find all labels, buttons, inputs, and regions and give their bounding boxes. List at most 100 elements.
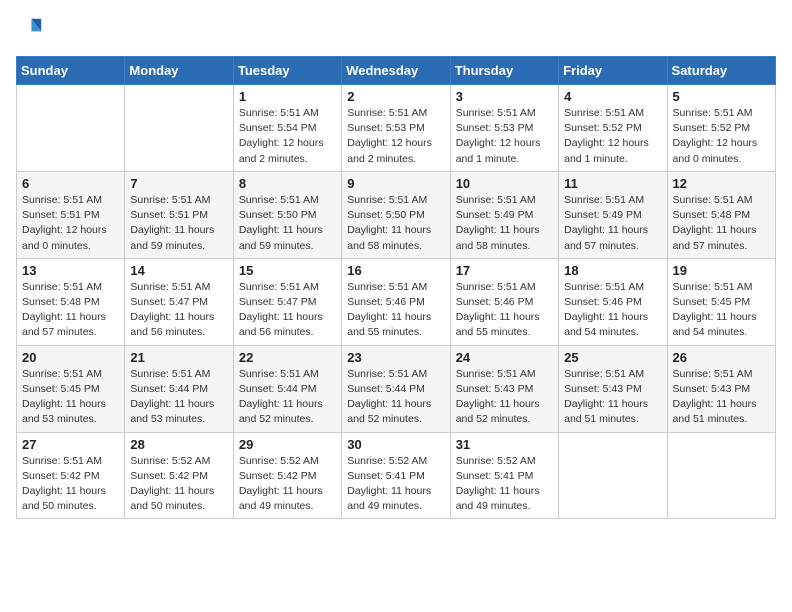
day-info: Sunrise: 5:51 AM Sunset: 5:44 PM Dayligh… xyxy=(239,367,336,428)
calendar-cell: 22 Sunrise: 5:51 AM Sunset: 5:44 PM Dayli… xyxy=(233,345,341,432)
day-info: Sunrise: 5:51 AM Sunset: 5:51 PM Dayligh… xyxy=(130,193,227,254)
calendar-cell xyxy=(667,432,775,519)
calendar-cell: 26 Sunrise: 5:51 AM Sunset: 5:43 PM Dayli… xyxy=(667,345,775,432)
calendar-cell: 13 Sunrise: 5:51 AM Sunset: 5:48 PM Dayli… xyxy=(17,258,125,345)
day-info: Sunrise: 5:51 AM Sunset: 5:44 PM Dayligh… xyxy=(347,367,444,428)
day-number: 26 xyxy=(673,350,770,365)
calendar-cell: 24 Sunrise: 5:51 AM Sunset: 5:43 PM Dayli… xyxy=(450,345,558,432)
page-header xyxy=(16,16,776,44)
day-number: 8 xyxy=(239,176,336,191)
calendar-cell: 6 Sunrise: 5:51 AM Sunset: 5:51 PM Daylig… xyxy=(17,171,125,258)
day-info: Sunrise: 5:51 AM Sunset: 5:52 PM Dayligh… xyxy=(673,106,770,167)
day-info: Sunrise: 5:51 AM Sunset: 5:48 PM Dayligh… xyxy=(22,280,119,341)
calendar-week-row: 20Sunrise: 5:51 AM Sunset: 5:45 PM Dayli… xyxy=(17,345,776,432)
day-info: Sunrise: 5:51 AM Sunset: 5:46 PM Dayligh… xyxy=(347,280,444,341)
day-number: 30 xyxy=(347,437,444,452)
day-info: Sunrise: 5:52 AM Sunset: 5:42 PM Dayligh… xyxy=(239,454,336,515)
day-number: 13 xyxy=(22,263,119,278)
calendar-cell: 3 Sunrise: 5:51 AM Sunset: 5:53 PM Daylig… xyxy=(450,85,558,172)
day-number: 3 xyxy=(456,89,553,104)
calendar-cell: 12 Sunrise: 5:51 AM Sunset: 5:48 PM Dayli… xyxy=(667,171,775,258)
calendar-cell: 25 Sunrise: 5:51 AM Sunset: 5:43 PM Dayli… xyxy=(559,345,667,432)
day-number: 31 xyxy=(456,437,553,452)
day-info: Sunrise: 5:52 AM Sunset: 5:41 PM Dayligh… xyxy=(456,454,553,515)
day-number: 14 xyxy=(130,263,227,278)
day-info: Sunrise: 5:51 AM Sunset: 5:46 PM Dayligh… xyxy=(456,280,553,341)
day-info: Sunrise: 5:51 AM Sunset: 5:43 PM Dayligh… xyxy=(456,367,553,428)
calendar-cell: 10 Sunrise: 5:51 AM Sunset: 5:49 PM Dayli… xyxy=(450,171,558,258)
day-info: Sunrise: 5:52 AM Sunset: 5:42 PM Dayligh… xyxy=(130,454,227,515)
calendar-cell xyxy=(17,85,125,172)
day-info: Sunrise: 5:51 AM Sunset: 5:49 PM Dayligh… xyxy=(564,193,661,254)
day-info: Sunrise: 5:51 AM Sunset: 5:47 PM Dayligh… xyxy=(130,280,227,341)
day-number: 17 xyxy=(456,263,553,278)
calendar-cell: 19 Sunrise: 5:51 AM Sunset: 5:45 PM Dayli… xyxy=(667,258,775,345)
day-info: Sunrise: 5:51 AM Sunset: 5:54 PM Dayligh… xyxy=(239,106,336,167)
day-info: Sunrise: 5:51 AM Sunset: 5:48 PM Dayligh… xyxy=(673,193,770,254)
day-number: 25 xyxy=(564,350,661,365)
calendar-week-row: 1Sunrise: 5:51 AM Sunset: 5:54 PM Daylig… xyxy=(17,85,776,172)
weekday-header-cell: Saturday xyxy=(667,57,775,85)
day-info: Sunrise: 5:51 AM Sunset: 5:51 PM Dayligh… xyxy=(22,193,119,254)
day-info: Sunrise: 5:51 AM Sunset: 5:47 PM Dayligh… xyxy=(239,280,336,341)
day-number: 2 xyxy=(347,89,444,104)
day-number: 27 xyxy=(22,437,119,452)
calendar-cell: 14 Sunrise: 5:51 AM Sunset: 5:47 PM Dayli… xyxy=(125,258,233,345)
calendar-cell: 8 Sunrise: 5:51 AM Sunset: 5:50 PM Daylig… xyxy=(233,171,341,258)
calendar-body: 1Sunrise: 5:51 AM Sunset: 5:54 PM Daylig… xyxy=(17,85,776,519)
day-number: 28 xyxy=(130,437,227,452)
weekday-header-row: SundayMondayTuesdayWednesdayThursdayFrid… xyxy=(17,57,776,85)
calendar-cell: 31 Sunrise: 5:52 AM Sunset: 5:41 PM Dayli… xyxy=(450,432,558,519)
day-number: 11 xyxy=(564,176,661,191)
calendar-cell: 30 Sunrise: 5:52 AM Sunset: 5:41 PM Dayli… xyxy=(342,432,450,519)
calendar-cell: 27 Sunrise: 5:51 AM Sunset: 5:42 PM Dayli… xyxy=(17,432,125,519)
day-number: 7 xyxy=(130,176,227,191)
day-info: Sunrise: 5:51 AM Sunset: 5:46 PM Dayligh… xyxy=(564,280,661,341)
calendar-cell: 28 Sunrise: 5:52 AM Sunset: 5:42 PM Dayli… xyxy=(125,432,233,519)
day-info: Sunrise: 5:51 AM Sunset: 5:45 PM Dayligh… xyxy=(673,280,770,341)
day-info: Sunrise: 5:51 AM Sunset: 5:44 PM Dayligh… xyxy=(130,367,227,428)
day-info: Sunrise: 5:51 AM Sunset: 5:53 PM Dayligh… xyxy=(456,106,553,167)
day-info: Sunrise: 5:51 AM Sunset: 5:52 PM Dayligh… xyxy=(564,106,661,167)
day-info: Sunrise: 5:51 AM Sunset: 5:43 PM Dayligh… xyxy=(673,367,770,428)
calendar-cell: 4 Sunrise: 5:51 AM Sunset: 5:52 PM Daylig… xyxy=(559,85,667,172)
day-number: 22 xyxy=(239,350,336,365)
logo xyxy=(16,16,48,44)
calendar-cell: 5Sunrise: 5:51 AM Sunset: 5:52 PM Daylig… xyxy=(667,85,775,172)
calendar-week-row: 27 Sunrise: 5:51 AM Sunset: 5:42 PM Dayli… xyxy=(17,432,776,519)
weekday-header-cell: Wednesday xyxy=(342,57,450,85)
day-number: 4 xyxy=(564,89,661,104)
day-info: Sunrise: 5:51 AM Sunset: 5:45 PM Dayligh… xyxy=(22,367,119,428)
calendar-cell xyxy=(125,85,233,172)
calendar-week-row: 13 Sunrise: 5:51 AM Sunset: 5:48 PM Dayli… xyxy=(17,258,776,345)
day-number: 24 xyxy=(456,350,553,365)
day-number: 10 xyxy=(456,176,553,191)
day-number: 16 xyxy=(347,263,444,278)
day-number: 19 xyxy=(673,263,770,278)
day-number: 6 xyxy=(22,176,119,191)
calendar-cell: 21 Sunrise: 5:51 AM Sunset: 5:44 PM Dayli… xyxy=(125,345,233,432)
day-info: Sunrise: 5:51 AM Sunset: 5:53 PM Dayligh… xyxy=(347,106,444,167)
day-info: Sunrise: 5:51 AM Sunset: 5:42 PM Dayligh… xyxy=(22,454,119,515)
calendar-cell: 23Sunrise: 5:51 AM Sunset: 5:44 PM Dayli… xyxy=(342,345,450,432)
day-number: 21 xyxy=(130,350,227,365)
calendar-cell: 17 Sunrise: 5:51 AM Sunset: 5:46 PM Dayli… xyxy=(450,258,558,345)
calendar-cell: 1Sunrise: 5:51 AM Sunset: 5:54 PM Daylig… xyxy=(233,85,341,172)
weekday-header-cell: Sunday xyxy=(17,57,125,85)
day-number: 15 xyxy=(239,263,336,278)
day-number: 18 xyxy=(564,263,661,278)
day-info: Sunrise: 5:51 AM Sunset: 5:43 PM Dayligh… xyxy=(564,367,661,428)
day-info: Sunrise: 5:51 AM Sunset: 5:50 PM Dayligh… xyxy=(239,193,336,254)
calendar-cell: 18 Sunrise: 5:51 AM Sunset: 5:46 PM Dayli… xyxy=(559,258,667,345)
weekday-header-cell: Thursday xyxy=(450,57,558,85)
calendar-week-row: 6 Sunrise: 5:51 AM Sunset: 5:51 PM Daylig… xyxy=(17,171,776,258)
day-info: Sunrise: 5:51 AM Sunset: 5:49 PM Dayligh… xyxy=(456,193,553,254)
calendar-cell: 9 Sunrise: 5:51 AM Sunset: 5:50 PM Daylig… xyxy=(342,171,450,258)
calendar-cell: 15 Sunrise: 5:51 AM Sunset: 5:47 PM Dayli… xyxy=(233,258,341,345)
day-number: 9 xyxy=(347,176,444,191)
calendar-cell: 16 Sunrise: 5:51 AM Sunset: 5:46 PM Dayli… xyxy=(342,258,450,345)
day-info: Sunrise: 5:51 AM Sunset: 5:50 PM Dayligh… xyxy=(347,193,444,254)
day-info: Sunrise: 5:52 AM Sunset: 5:41 PM Dayligh… xyxy=(347,454,444,515)
calendar-table: SundayMondayTuesdayWednesdayThursdayFrid… xyxy=(16,56,776,519)
day-number: 12 xyxy=(673,176,770,191)
